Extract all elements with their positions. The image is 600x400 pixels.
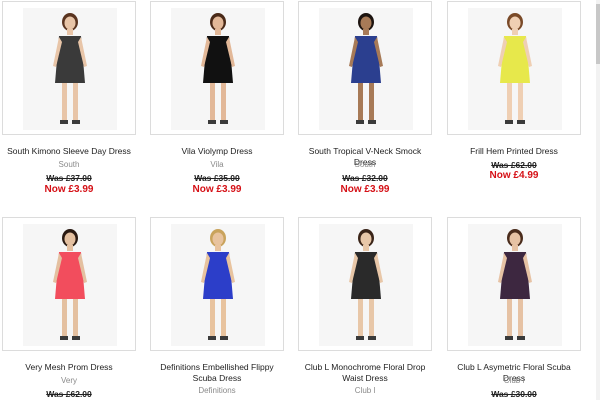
product-brand: Very <box>60 376 77 385</box>
product-photo[interactable] <box>319 224 413 346</box>
product-name[interactable]: Definitions Embellished Flippy Scuba Dre… <box>150 362 284 384</box>
product-photo[interactable] <box>171 8 265 130</box>
product-brand: South <box>58 160 80 169</box>
product-brand: South <box>354 160 376 169</box>
model-silhouette-icon <box>23 8 117 130</box>
product-brand: Club l <box>503 376 525 385</box>
product-now-price: Now £3.99 <box>44 184 94 195</box>
page-scrollbar[interactable] <box>596 0 600 400</box>
product-image-box[interactable] <box>150 217 284 351</box>
product-photo[interactable] <box>23 8 117 130</box>
product-was-price: Was £37.00 <box>46 173 92 183</box>
model-silhouette-icon <box>468 8 562 130</box>
product-photo[interactable] <box>171 224 265 346</box>
model-silhouette-icon <box>468 224 562 346</box>
product-was-price: Was £32.00 <box>342 173 388 183</box>
product-photo[interactable] <box>319 8 413 130</box>
model-silhouette-icon <box>23 224 117 346</box>
product-now-price: Now £4.99 <box>489 170 539 181</box>
product-image-box[interactable] <box>447 1 581 135</box>
product-photo[interactable] <box>23 224 117 346</box>
product-name[interactable]: Vila Violymp Dress <box>150 146 284 157</box>
product-image-box[interactable] <box>298 1 432 135</box>
product-name[interactable]: South Kimono Sleeve Day Dress <box>2 146 136 157</box>
product-was-price: Was £30.00 <box>491 389 537 399</box>
product-brand: Club l <box>354 386 376 395</box>
product-photo[interactable] <box>468 224 562 346</box>
model-silhouette-icon <box>319 224 413 346</box>
product-was-price: Was £62.00 <box>46 389 92 399</box>
product-grid: South Kimono Sleeve Day Dress South Was … <box>0 0 600 400</box>
product-image-box[interactable] <box>298 217 432 351</box>
product-brand: Definitions <box>198 386 236 395</box>
product-now-price: Now £3.99 <box>192 184 242 195</box>
product-image-box[interactable] <box>447 217 581 351</box>
model-silhouette-icon <box>171 224 265 346</box>
model-silhouette-icon <box>319 8 413 130</box>
product-image-box[interactable] <box>150 1 284 135</box>
scrollbar-thumb[interactable] <box>596 4 600 64</box>
product-was-price: Was £35.00 <box>194 173 240 183</box>
product-name[interactable]: Frill Hem Printed Dress <box>447 146 581 157</box>
product-image-box[interactable] <box>2 1 136 135</box>
product-now-price: Now £3.99 <box>340 184 390 195</box>
product-was-price: Was £62.00 <box>491 160 537 170</box>
model-silhouette-icon <box>171 8 265 130</box>
product-image-box[interactable] <box>2 217 136 351</box>
product-photo[interactable] <box>468 8 562 130</box>
product-brand: Vila <box>210 160 224 169</box>
product-name[interactable]: Club L Monochrome Floral Drop Waist Dres… <box>298 362 432 384</box>
product-name[interactable]: Very Mesh Prom Dress <box>2 362 136 373</box>
